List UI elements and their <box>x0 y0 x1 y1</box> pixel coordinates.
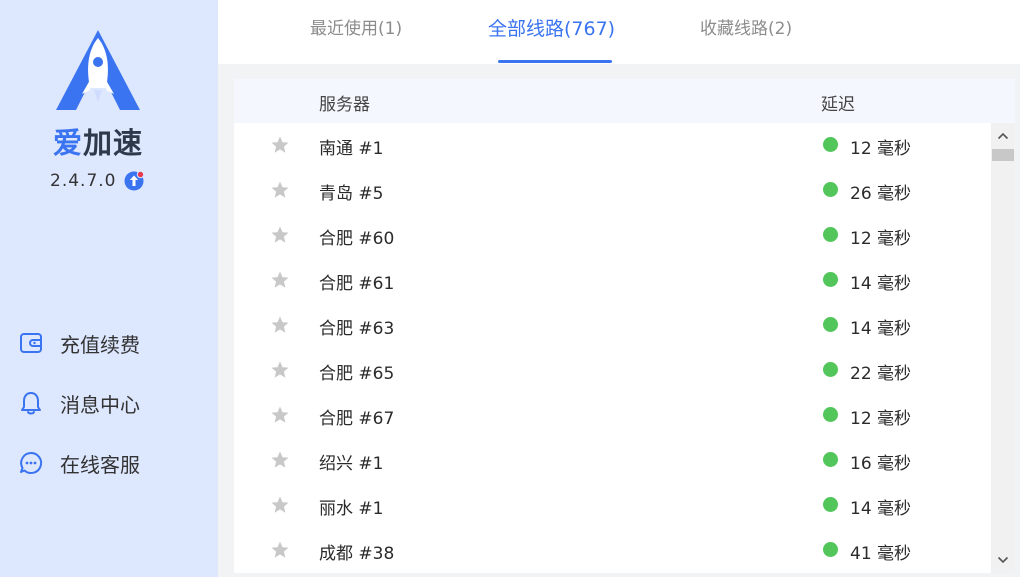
tab-bar: 最近使用(1) 全部线路(767) 收藏线路(2) <box>218 0 1020 64</box>
latency-value: 14 毫秒 <box>850 499 912 519</box>
update-arrow-icon[interactable] <box>124 170 145 191</box>
tab-all-routes[interactable]: 全部线路(767) <box>488 14 615 41</box>
tab-favorites[interactable]: 收藏线路(2) <box>700 14 792 39</box>
server-name: 绍兴 #1 <box>319 454 384 474</box>
column-header-server: 服务器 <box>319 95 370 115</box>
server-name: 合肥 #60 <box>319 229 395 249</box>
star-icon[interactable] <box>270 270 290 290</box>
server-name: 青岛 #5 <box>319 184 384 204</box>
star-icon[interactable] <box>270 540 290 560</box>
rocket-logo-icon <box>56 30 140 110</box>
table-row[interactable]: 合肥 #65 22 毫秒 <box>234 348 991 393</box>
active-tab-indicator <box>498 60 612 63</box>
star-icon[interactable] <box>270 315 290 335</box>
sidebar-menu: 充值续费 消息中心 在线客服 <box>18 313 140 493</box>
latency-value: 12 毫秒 <box>850 409 912 429</box>
table-row[interactable]: 青岛 #5 26 毫秒 <box>234 168 991 213</box>
latency-status-dot <box>823 362 838 377</box>
latency-value: 12 毫秒 <box>850 139 912 159</box>
latency-status-dot <box>823 137 838 152</box>
latency-status-dot <box>823 272 838 287</box>
star-icon[interactable] <box>270 495 290 515</box>
sidebar-item-label: 在线客服 <box>60 452 140 477</box>
table-row[interactable]: 合肥 #60 12 毫秒 <box>234 213 991 258</box>
latency-status-dot <box>823 497 838 512</box>
version-row: 2.4.7.0 <box>50 170 145 191</box>
server-list-panel: 服务器 延迟 南通 #1 12 毫秒 青岛 #5 26 毫秒 合肥 #60 12… <box>234 79 1015 573</box>
latency-value: 22 毫秒 <box>850 364 912 384</box>
star-icon[interactable] <box>270 225 290 245</box>
table-row[interactable]: 合肥 #63 14 毫秒 <box>234 303 991 348</box>
scroll-thumb[interactable] <box>992 149 1014 161</box>
brand-name: 爱加速 <box>52 126 144 160</box>
latency-value: 14 毫秒 <box>850 319 912 339</box>
server-name: 合肥 #65 <box>319 364 395 384</box>
latency-value: 26 毫秒 <box>850 184 912 204</box>
latency-status-dot <box>823 407 838 422</box>
star-icon[interactable] <box>270 405 290 425</box>
latency-value: 16 毫秒 <box>850 454 912 474</box>
latency-status-dot <box>823 227 838 242</box>
sidebar-item-recharge[interactable]: 充值续费 <box>18 313 140 373</box>
main-content: 最近使用(1) 全部线路(767) 收藏线路(2) 服务器 延迟 南通 #1 1… <box>218 0 1020 577</box>
version-label: 2.4.7.0 <box>50 171 117 191</box>
table-row[interactable]: 成都 #38 41 毫秒 <box>234 528 991 573</box>
column-header-latency: 延迟 <box>821 95 855 115</box>
latency-status-dot <box>823 542 838 557</box>
star-icon[interactable] <box>270 180 290 200</box>
server-name: 丽水 #1 <box>319 499 384 519</box>
star-icon[interactable] <box>270 135 290 155</box>
sidebar-item-support[interactable]: 在线客服 <box>18 433 140 493</box>
sidebar-item-messages[interactable]: 消息中心 <box>18 373 140 433</box>
sidebar-item-label: 消息中心 <box>60 392 140 417</box>
chevron-up-icon[interactable] <box>991 127 1015 145</box>
star-icon[interactable] <box>270 360 290 380</box>
bell-icon <box>21 392 41 415</box>
latency-value: 41 毫秒 <box>850 544 912 564</box>
sidebar-item-label: 充值续费 <box>60 332 140 357</box>
latency-status-dot <box>823 452 838 467</box>
latency-status-dot <box>823 182 838 197</box>
wallet-icon <box>20 333 42 353</box>
scrollbar[interactable] <box>991 123 1015 573</box>
latency-status-dot <box>823 317 838 332</box>
latency-value: 14 毫秒 <box>850 274 912 294</box>
table-header: 服务器 延迟 <box>234 79 1015 123</box>
latency-value: 12 毫秒 <box>850 229 912 249</box>
tab-recent[interactable]: 最近使用(1) <box>310 14 402 39</box>
table-row[interactable]: 丽水 #1 14 毫秒 <box>234 483 991 528</box>
server-name: 南通 #1 <box>319 139 384 159</box>
server-name: 合肥 #61 <box>319 274 395 294</box>
table-row[interactable]: 绍兴 #1 16 毫秒 <box>234 438 991 483</box>
server-name: 合肥 #63 <box>319 319 395 339</box>
star-icon[interactable] <box>270 450 290 470</box>
table-row[interactable]: 合肥 #61 14 毫秒 <box>234 258 991 303</box>
server-list: 南通 #1 12 毫秒 青岛 #5 26 毫秒 合肥 #60 12 毫秒 合肥 … <box>234 123 991 573</box>
server-name: 合肥 #67 <box>319 409 395 429</box>
table-row[interactable]: 合肥 #67 12 毫秒 <box>234 393 991 438</box>
table-row[interactable]: 南通 #1 12 毫秒 <box>234 123 991 168</box>
chat-icon <box>20 451 43 474</box>
server-name: 成都 #38 <box>319 544 395 564</box>
sidebar: 爱加速 2.4.7.0 充值续费 消息中心 在线客服 <box>0 0 218 577</box>
chevron-down-icon[interactable] <box>991 551 1015 569</box>
